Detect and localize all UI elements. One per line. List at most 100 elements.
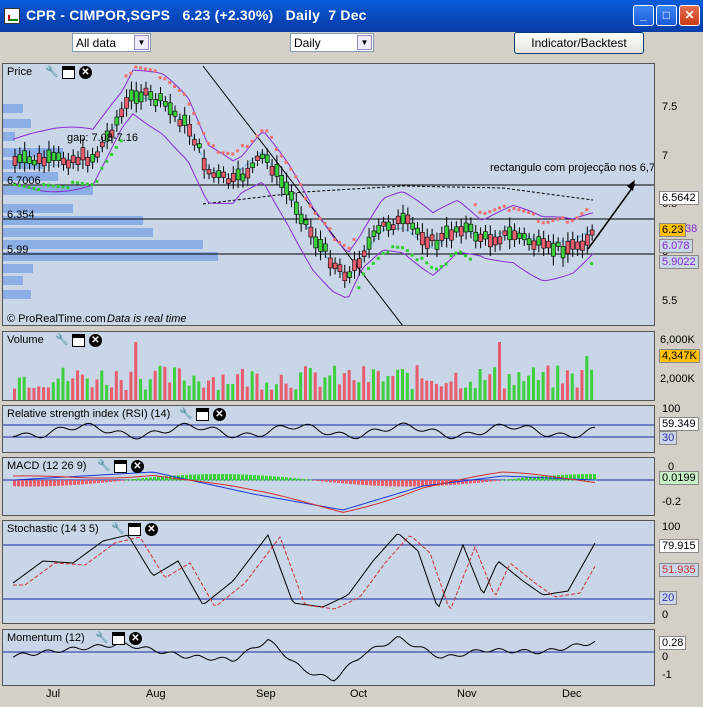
volume-bar xyxy=(498,342,501,400)
volume-bar xyxy=(85,378,89,400)
parabolic-sar-dot xyxy=(318,216,322,220)
parabolic-sar-dot xyxy=(158,76,162,80)
parabolic-sar-dot xyxy=(163,77,167,81)
volume-panel[interactable]: Volume 🔧 ✕ xyxy=(2,331,655,401)
volume-bar xyxy=(396,369,400,400)
volume-bar xyxy=(51,382,55,400)
parabolic-sar-dot xyxy=(134,65,138,69)
parabolic-sar-dot xyxy=(405,249,409,253)
stochastic-y-tick: 100 xyxy=(662,521,681,533)
candlestick xyxy=(342,271,348,282)
wrench-icon[interactable]: 🔧 xyxy=(45,66,59,79)
candlestick xyxy=(308,226,314,238)
parabolic-sar-dot xyxy=(129,71,133,75)
macd-histogram-bar xyxy=(113,480,116,482)
wrench-icon[interactable]: 🔧 xyxy=(55,334,69,347)
stochastic-panel[interactable]: Stochastic (14 3 5) 🔧 ✕ xyxy=(2,520,655,624)
interval-select[interactable]: Daily ▼ xyxy=(290,33,374,52)
macd-histogram-bar xyxy=(481,480,484,483)
close-button[interactable]: ✕ xyxy=(679,5,700,26)
rsi-panel[interactable]: Relative strength index (RSI) (14) 🔧 ✕ xyxy=(2,405,655,453)
volume-bar xyxy=(114,371,118,400)
parabolic-sar-dot xyxy=(61,185,65,189)
parabolic-sar-dot xyxy=(459,250,463,254)
macd-histogram-bar xyxy=(381,480,384,486)
indicator-backtest-button[interactable]: Indicator/Backtest xyxy=(514,32,644,54)
window-icon[interactable] xyxy=(114,460,127,473)
macd-histogram-bar xyxy=(477,480,480,483)
volume-badge: 4,347K xyxy=(659,349,700,363)
macd-histogram-bar xyxy=(21,480,24,487)
close-icon[interactable]: ✕ xyxy=(89,334,102,347)
window-icon[interactable] xyxy=(62,66,75,79)
parabolic-sar-dot xyxy=(265,129,269,133)
volume-bar xyxy=(119,380,123,400)
close-icon[interactable]: ✕ xyxy=(145,523,158,536)
momentum-panel[interactable]: Momentum (12) 🔧 ✕ xyxy=(2,629,655,686)
volume-bar xyxy=(299,372,303,400)
window-icon[interactable] xyxy=(112,632,125,645)
macd-histogram-bar xyxy=(25,480,28,487)
parabolic-sar-dot xyxy=(177,88,181,92)
parabolic-sar-dot xyxy=(76,181,80,185)
macd-histogram-bar xyxy=(521,477,524,481)
close-icon[interactable]: ✕ xyxy=(213,408,226,421)
parabolic-sar-dot xyxy=(391,245,395,249)
macd-panel[interactable]: MACD (12 26 9) 🔧 ✕ xyxy=(2,457,655,516)
volume-bar xyxy=(221,374,225,400)
candlestick xyxy=(85,157,91,166)
parabolic-sar-dot xyxy=(493,208,497,212)
parabolic-sar-dot xyxy=(240,144,244,148)
candlestick xyxy=(133,90,139,104)
wrench-icon[interactable]: 🔧 xyxy=(179,408,193,421)
close-icon[interactable]: ✕ xyxy=(129,632,142,645)
close-icon[interactable]: ✕ xyxy=(79,66,92,79)
range-select[interactable]: All data ▼ xyxy=(72,33,151,52)
wrench-icon[interactable]: 🔧 xyxy=(111,523,125,536)
window-icon[interactable] xyxy=(196,408,209,421)
volume-bar xyxy=(527,375,531,400)
macd-histogram-bar xyxy=(245,474,248,481)
wrench-icon[interactable]: 🔧 xyxy=(95,632,109,645)
maximize-button[interactable]: □ xyxy=(656,5,677,26)
macd-histogram-bar xyxy=(53,480,56,487)
volume-profile-bar xyxy=(3,104,23,113)
macd-histogram-bar xyxy=(473,480,476,484)
macd-histogram-bar xyxy=(125,479,128,481)
macd-y-tick: -0.2 xyxy=(662,496,681,508)
parabolic-sar-dot xyxy=(299,183,303,187)
parabolic-sar-dot xyxy=(279,154,283,158)
parabolic-sar-dot xyxy=(37,188,41,191)
macd-histogram-bar xyxy=(305,479,308,481)
parabolic-sar-dot xyxy=(328,227,332,231)
stochastic-badge-20: 20 xyxy=(659,591,678,605)
chevron-down-icon[interactable]: ▼ xyxy=(134,35,149,50)
window-icon[interactable] xyxy=(128,523,141,536)
x-axis-label: Aug xyxy=(146,688,166,700)
parabolic-sar-dot xyxy=(425,261,429,265)
range-select-value: All data xyxy=(76,36,117,50)
macd-histogram-bar xyxy=(285,477,288,481)
volume-bar xyxy=(216,389,220,400)
parabolic-sar-dot xyxy=(444,262,448,266)
stochastic-chart xyxy=(3,533,654,610)
macd-histogram-bar xyxy=(105,480,108,483)
volume-bar xyxy=(304,366,307,400)
wrench-icon[interactable]: 🔧 xyxy=(97,460,111,473)
macd-histogram-bar xyxy=(77,480,80,485)
parabolic-sar-dot xyxy=(197,121,201,125)
chart-app-icon xyxy=(4,8,20,24)
macd-histogram-bar xyxy=(237,474,240,481)
macd-histogram-bar xyxy=(145,477,148,481)
window-icon[interactable] xyxy=(72,334,85,347)
macd-histogram-bar xyxy=(357,480,360,485)
macd-histogram-bar xyxy=(393,480,396,487)
minimize-button[interactable]: _ xyxy=(633,5,654,26)
price-title: Price xyxy=(7,66,33,78)
parabolic-sar-dot xyxy=(207,141,210,145)
chevron-down-icon[interactable]: ▼ xyxy=(357,35,372,50)
candlestick xyxy=(313,236,319,249)
volume-bar xyxy=(546,365,550,400)
price-panel[interactable]: Price 🔧 ✕ 6.7006 6.354 5.99 gap: 7.08-7.… xyxy=(2,63,655,326)
close-icon[interactable]: ✕ xyxy=(131,460,144,473)
